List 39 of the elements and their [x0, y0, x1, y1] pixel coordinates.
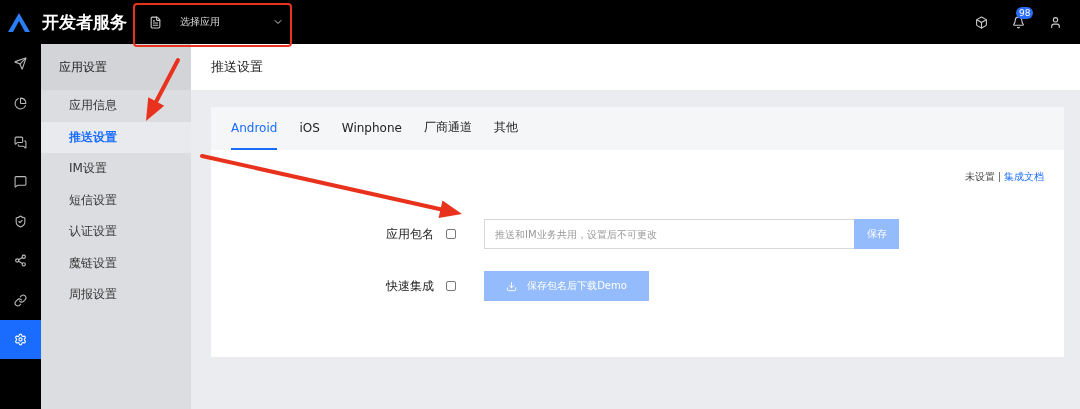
docs-link[interactable]: 集成文档	[1004, 170, 1044, 184]
field-label: 快速集成	[386, 277, 435, 295]
help-icon[interactable]	[446, 229, 456, 239]
user-icon[interactable]	[1049, 15, 1062, 29]
sidebar-item[interactable]: 周报设置	[41, 279, 191, 311]
sidebar-title: 应用设置	[41, 44, 191, 90]
sidebar-item[interactable]: 魔链设置	[41, 247, 191, 279]
nav-icon	[14, 214, 27, 228]
nav-icon	[14, 96, 27, 110]
rail-item[interactable]	[0, 319, 41, 360]
nav-icon	[14, 254, 27, 268]
tab[interactable]: Android	[231, 107, 278, 150]
logo-icon	[6, 11, 32, 33]
sidebar-item[interactable]: 短信设置	[41, 184, 191, 216]
app-select[interactable]: 选择应用	[149, 15, 284, 29]
tab[interactable]: 其他	[493, 107, 518, 150]
brand-title: 开发者服务	[42, 10, 127, 34]
tab[interactable]: 厂商通道	[423, 107, 472, 150]
nav-icon	[14, 135, 27, 149]
status-text: 未设置	[965, 170, 995, 184]
document-icon	[149, 15, 162, 29]
sidebar-item[interactable]: 应用信息	[41, 90, 191, 122]
nav-icon	[14, 57, 27, 71]
page-title: 推送设置	[191, 44, 1080, 90]
nav-icon	[14, 293, 27, 307]
notification-badge: 98	[1016, 6, 1034, 19]
sidebar-item[interactable]: 认证设置	[41, 216, 191, 248]
download-icon	[506, 280, 518, 292]
cube-icon[interactable]	[975, 15, 988, 29]
nav-icon	[14, 175, 27, 189]
nav-icon	[14, 332, 27, 346]
tab[interactable]: Winphone	[341, 107, 402, 150]
sidebar-item[interactable]: IM设置	[41, 153, 191, 185]
annotation-arrow	[146, 58, 180, 121]
tab[interactable]: iOS	[299, 107, 320, 150]
bell-icon[interactable]	[1012, 15, 1025, 29]
field-label: 应用包名	[386, 225, 435, 243]
help-icon[interactable]	[446, 281, 456, 291]
sidebar-item[interactable]: 推送设置	[41, 121, 191, 153]
